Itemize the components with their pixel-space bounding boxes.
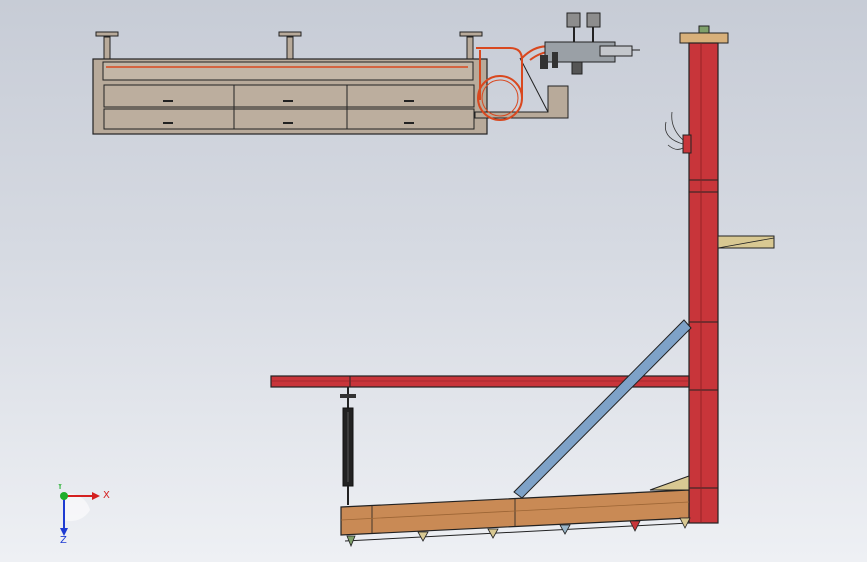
drawer-grid	[103, 84, 475, 130]
wooden-beam[interactable]	[340, 475, 691, 548]
mast-side-bracket	[682, 134, 692, 154]
beam-gusset	[649, 475, 690, 491]
y-axis-marker	[60, 492, 68, 500]
housing-top-rail	[102, 61, 474, 81]
x-axis-label: X	[103, 490, 110, 501]
mast-column	[688, 42, 719, 524]
mast-cap-plate	[679, 32, 729, 44]
model-scene[interactable]	[0, 0, 867, 562]
z-axis-label: Z	[60, 535, 67, 544]
hydraulic-cylinder[interactable]	[340, 387, 356, 505]
diagonal-brace[interactable]	[513, 319, 692, 499]
coordinate-triad-icon[interactable]: X Y Z	[52, 484, 122, 544]
y-axis-label: Y	[56, 484, 64, 492]
valve-cluster[interactable]	[540, 12, 640, 75]
vertical-mast[interactable]	[664, 25, 775, 524]
housing-posts	[95, 31, 483, 60]
mast-wire-bundle	[664, 111, 684, 150]
cad-viewport[interactable]: X Y Z	[0, 0, 867, 562]
